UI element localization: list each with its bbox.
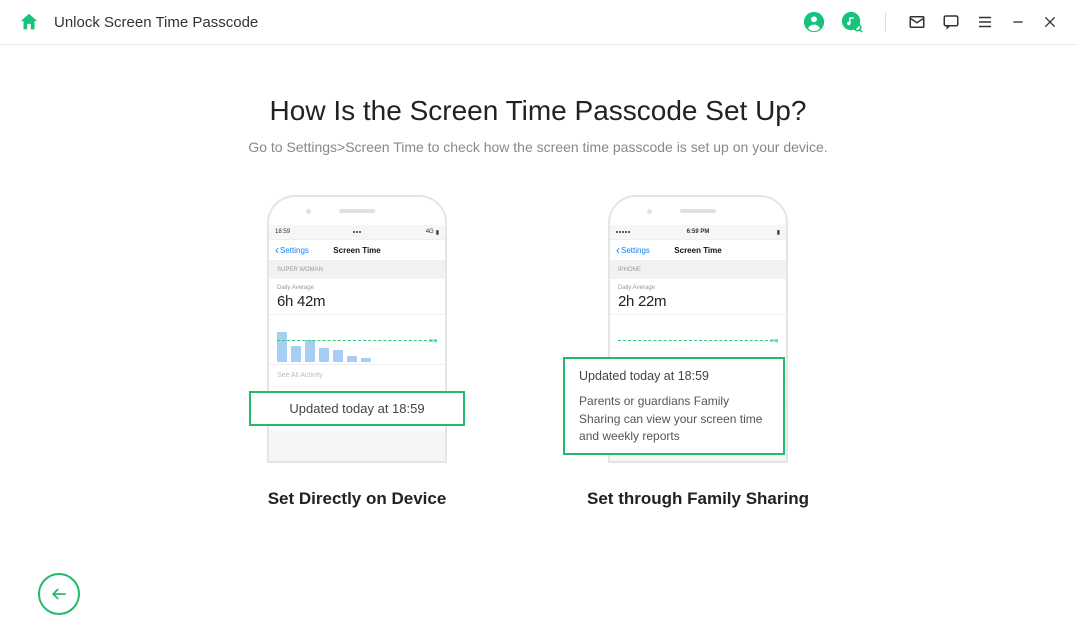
music-search-icon[interactable] [841, 11, 863, 33]
option-family-label: Set through Family Sharing [587, 489, 809, 509]
titlebar-title: Unlock Screen Time Passcode [54, 14, 258, 31]
section-label: IPHONE [610, 261, 786, 279]
avg-label: Daily Average [277, 285, 437, 291]
topbar-divider [885, 12, 886, 32]
feedback-icon[interactable] [942, 13, 960, 31]
page-title: How Is the Screen Time Passcode Set Up? [0, 95, 1076, 127]
usage-chart: avg [269, 315, 445, 365]
main-content: How Is the Screen Time Passcode Set Up? … [0, 45, 1076, 509]
minimize-icon[interactable] [1010, 14, 1026, 30]
nav-title: Screen Time [333, 246, 380, 255]
nav-back: Settings [275, 243, 309, 257]
status-time: 18:59 [275, 229, 290, 235]
nav-title: Screen Time [674, 246, 721, 255]
option-family[interactable]: 6:59 PM ▮ Settings Screen Time IPHONE Da… [587, 195, 809, 509]
section-label: SUPER WOMAN [269, 261, 445, 279]
options-row: 18:59 4G ▮ Settings Screen Time SUPER WO… [0, 195, 1076, 509]
menu-icon[interactable] [976, 13, 994, 31]
home-icon[interactable] [18, 11, 40, 33]
account-icon[interactable] [803, 11, 825, 33]
callout-family: Updated today at 18:59 Parents or guardi… [563, 357, 785, 455]
page-subtitle: Go to Settings>Screen Time to check how … [0, 139, 1076, 155]
option-device[interactable]: 18:59 4G ▮ Settings Screen Time SUPER WO… [267, 195, 447, 509]
back-button[interactable] [38, 573, 80, 615]
titlebar: Unlock Screen Time Passcode [0, 0, 1076, 45]
status-time: 6:59 PM [687, 229, 710, 235]
option-device-label: Set Directly on Device [268, 489, 447, 509]
avg-label: Daily Average [618, 285, 778, 291]
list-item: See All Activity [269, 365, 445, 387]
close-icon[interactable] [1042, 14, 1058, 30]
callout-device: Updated today at 18:59 [249, 391, 465, 426]
nav-back: Settings [616, 243, 650, 257]
avg-value: 2h 22m [618, 293, 778, 310]
avg-value: 6h 42m [277, 293, 437, 310]
mail-icon[interactable] [908, 13, 926, 31]
status-carrier: 4G ▮ [426, 229, 439, 236]
